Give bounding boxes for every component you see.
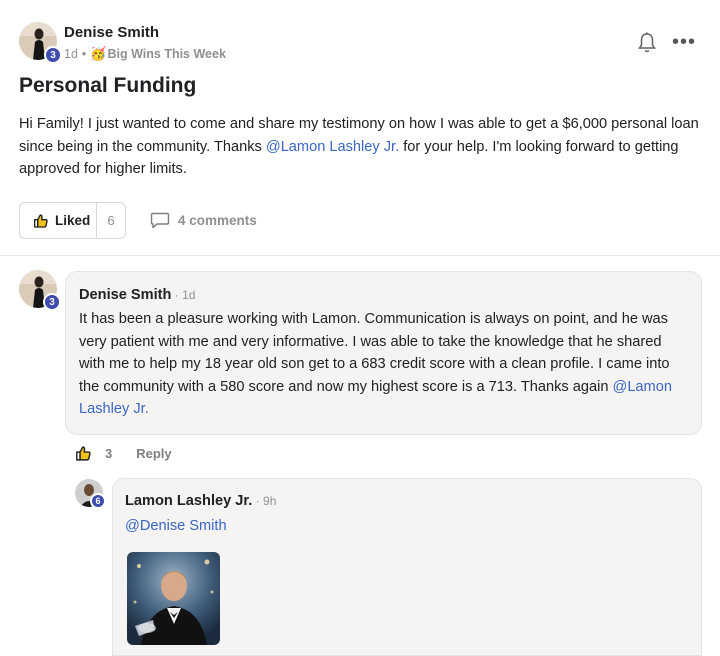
comment-bubble: Denise Smith · 1d It has been a pleasure… xyxy=(65,271,702,435)
reply-mention-link[interactable]: @Denise Smith xyxy=(125,518,227,534)
comment-bubble-icon xyxy=(150,212,170,229)
comment-time-sep: · xyxy=(171,288,183,302)
comment-time: 1d xyxy=(182,288,196,302)
reply-gif-image[interactable] xyxy=(127,552,220,645)
reply-author-level-badge: 6 xyxy=(90,493,106,509)
comment-author-level-badge: 3 xyxy=(43,293,61,311)
post-meta: 1d • 🥳 Big Wins This Week xyxy=(64,46,226,62)
reply-time: 9h xyxy=(263,494,277,508)
bell-icon[interactable] xyxy=(637,32,657,54)
comment-body-text: It has been a pleasure working with Lamo… xyxy=(79,311,670,395)
comments-count-label: 4 comments xyxy=(178,213,257,228)
comment-author-name[interactable]: Denise Smith xyxy=(79,287,171,303)
reply-header: Lamon Lashley Jr. · 9h xyxy=(125,492,276,510)
comment-like-count: 3 xyxy=(105,446,113,461)
meta-separator: • xyxy=(81,47,87,61)
post-time: 1d xyxy=(64,47,78,61)
post-category[interactable]: 🥳 Big Wins This Week xyxy=(90,46,226,62)
like-control: Liked 6 xyxy=(19,202,126,239)
like-label: Liked xyxy=(55,213,91,228)
thumbs-up-icon[interactable] xyxy=(75,445,92,462)
section-divider xyxy=(0,255,720,256)
reply-button[interactable]: Reply xyxy=(136,446,171,461)
reply-body: @Denise Smith xyxy=(125,515,227,538)
comment-actions: 3 Reply xyxy=(75,445,172,462)
reply-bubble: Lamon Lashley Jr. · 9h @Denise Smith xyxy=(112,478,702,656)
author-level-badge: 3 xyxy=(44,46,62,64)
comments-link[interactable]: 4 comments xyxy=(150,212,257,229)
comment-header: Denise Smith · 1d xyxy=(79,286,195,304)
comment-body: It has been a pleasure working with Lamo… xyxy=(79,308,691,421)
more-dots-icon[interactable]: ••• xyxy=(672,32,696,52)
post-category-label: Big Wins This Week xyxy=(107,47,226,61)
like-button[interactable]: Liked xyxy=(20,203,97,238)
reply-time-sep: · xyxy=(252,494,264,508)
thumbs-up-icon xyxy=(33,213,49,229)
post-author-name[interactable]: Denise Smith xyxy=(64,24,159,41)
reply-author-name[interactable]: Lamon Lashley Jr. xyxy=(125,493,252,509)
like-count: 6 xyxy=(107,213,115,228)
post-title: Personal Funding xyxy=(19,74,197,97)
post-body: Hi Family! I just wanted to come and sha… xyxy=(19,113,699,181)
party-face-icon: 🥳 xyxy=(90,46,107,61)
post-mention-link[interactable]: @Lamon Lashley Jr. xyxy=(266,139,399,155)
